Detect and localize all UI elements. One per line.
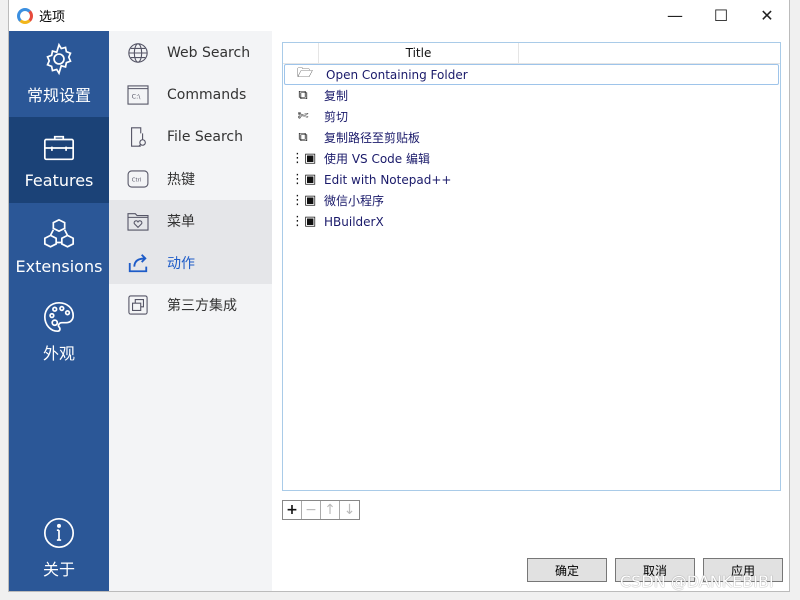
subnav-item-label: 动作 xyxy=(167,256,195,272)
row-title: 复制 xyxy=(324,89,349,103)
sidebar-item-label: Features xyxy=(24,170,94,190)
list-toolbar: + − ↑ ↓ xyxy=(282,500,360,520)
row-title: 微信小程序 xyxy=(324,194,385,208)
table-row[interactable]: ⋮▣ HBuilderX xyxy=(283,211,780,232)
row-title: 使用 VS Code 编辑 xyxy=(324,152,430,166)
subnav-item-label: File Search xyxy=(167,129,243,145)
window-list-icon: ⋮▣ xyxy=(291,214,317,229)
subnav-item-label: Web Search xyxy=(167,45,251,61)
subnav-item-web-search[interactable]: Web Search xyxy=(109,32,272,74)
icon-column-header[interactable] xyxy=(283,43,319,63)
terminal-icon: C:\ xyxy=(127,84,149,106)
sidebar-item-label: Extensions xyxy=(15,256,103,276)
window-list-icon: ⋮▣ xyxy=(291,172,317,187)
sidebar-item-extensions[interactable]: Extensions xyxy=(9,203,109,289)
ok-button[interactable]: 确定 xyxy=(527,558,607,582)
column-header-title[interactable]: Title xyxy=(319,43,519,63)
sidebar-item-label: 常规设置 xyxy=(26,86,91,105)
move-down-button[interactable]: ↓ xyxy=(340,501,359,519)
palette-icon xyxy=(43,301,75,333)
subnav-item-label: 第三方集成 xyxy=(167,298,237,314)
row-title: Edit with Notepad++ xyxy=(324,172,452,187)
header-filler xyxy=(519,43,780,63)
svg-text:C:\: C:\ xyxy=(132,94,142,101)
subnav-item-hotkeys[interactable]: Ctrl 热键 xyxy=(109,158,272,200)
subnav-item-file-search[interactable]: File Search xyxy=(109,116,272,158)
app-logo-icon xyxy=(17,7,33,24)
sidebar-item-features[interactable]: Features xyxy=(9,117,109,203)
ctrl-key-icon: Ctrl xyxy=(127,168,149,190)
actions-table: Title 🗁 Open Containing Folder ⧉ 复制 ✄ 剪切 ⧉ 复… xyxy=(282,42,781,491)
subnav: Web Search C:\ Commands File Search Ctrl 热… xyxy=(109,31,272,591)
subnav-item-commands[interactable]: C:\ Commands xyxy=(109,74,272,116)
maximize-button[interactable]: ☐ xyxy=(698,0,744,31)
sidebar: 常规设置 Features Extensions 外观 关于 xyxy=(9,31,109,591)
table-row[interactable]: 🗁 Open Containing Folder xyxy=(284,64,779,85)
info-icon xyxy=(43,517,75,549)
subnav-item-label: 菜单 xyxy=(167,214,195,230)
gear-icon xyxy=(46,42,72,76)
row-title: HBuilderX xyxy=(324,214,384,229)
subnav-item-label: Commands xyxy=(167,87,247,103)
move-up-button[interactable]: ↑ xyxy=(321,501,340,519)
subnav-item-integrations[interactable]: 第三方集成 xyxy=(109,284,272,326)
window-list-icon: ⋮▣ xyxy=(291,151,317,166)
scissors-icon: ✄ xyxy=(297,109,309,124)
minimize-button[interactable]: — xyxy=(652,0,698,31)
sidebar-item-general[interactable]: 常规设置 xyxy=(9,31,109,117)
row-title: 复制路径至剪贴板 xyxy=(324,131,421,145)
table-header: Title xyxy=(283,43,780,64)
row-title: Open Containing Folder xyxy=(326,67,468,82)
copy-icon: ⧉ xyxy=(298,130,308,145)
table-row[interactable]: ⧉ 复制路径至剪贴板 xyxy=(283,127,780,148)
sidebar-item-about[interactable]: 关于 xyxy=(9,505,109,591)
options-window: 选项 — ☐ ✕ 常规设置 Features Extensions 外观 关于 … xyxy=(8,0,790,592)
sidebar-item-label: 外观 xyxy=(42,344,75,363)
folder-heart-icon xyxy=(127,210,149,232)
cubes-icon xyxy=(43,218,75,248)
toolbox-icon xyxy=(43,135,75,160)
remove-button[interactable]: − xyxy=(302,501,321,519)
copy-icon: ⧉ xyxy=(298,88,308,103)
subnav-item-actions[interactable]: 动作 xyxy=(109,242,272,284)
table-row[interactable]: ⋮▣ Edit with Notepad++ xyxy=(283,169,780,190)
close-button[interactable]: ✕ xyxy=(744,0,790,31)
file-search-icon xyxy=(127,126,149,148)
table-row[interactable]: ✄ 剪切 xyxy=(283,106,780,127)
table-row[interactable]: ⋮▣ 微信小程序 xyxy=(283,190,780,211)
sidebar-item-label: 关于 xyxy=(42,560,75,579)
title-bar: 选项 — ☐ ✕ xyxy=(9,0,789,31)
sidebar-item-appearance[interactable]: 外观 xyxy=(9,289,109,375)
table-row[interactable]: ⋮▣ 使用 VS Code 编辑 xyxy=(283,148,780,169)
window-title: 选项 xyxy=(39,10,66,25)
folder-open-icon: 🗁 xyxy=(296,65,314,81)
windows-icon xyxy=(127,294,149,316)
window-list-icon: ⋮▣ xyxy=(291,193,317,208)
table-row[interactable]: ⧉ 复制 xyxy=(283,85,780,106)
globe-icon xyxy=(127,42,149,64)
subnav-item-label: 热键 xyxy=(167,172,195,188)
add-button[interactable]: + xyxy=(283,501,302,519)
share-icon xyxy=(127,252,149,274)
watermark: CSDN @DANKEBIBI xyxy=(620,572,774,591)
subnav-item-menu[interactable]: 菜单 xyxy=(109,200,272,242)
svg-text:Ctrl: Ctrl xyxy=(132,178,142,184)
row-title: 剪切 xyxy=(324,110,349,124)
